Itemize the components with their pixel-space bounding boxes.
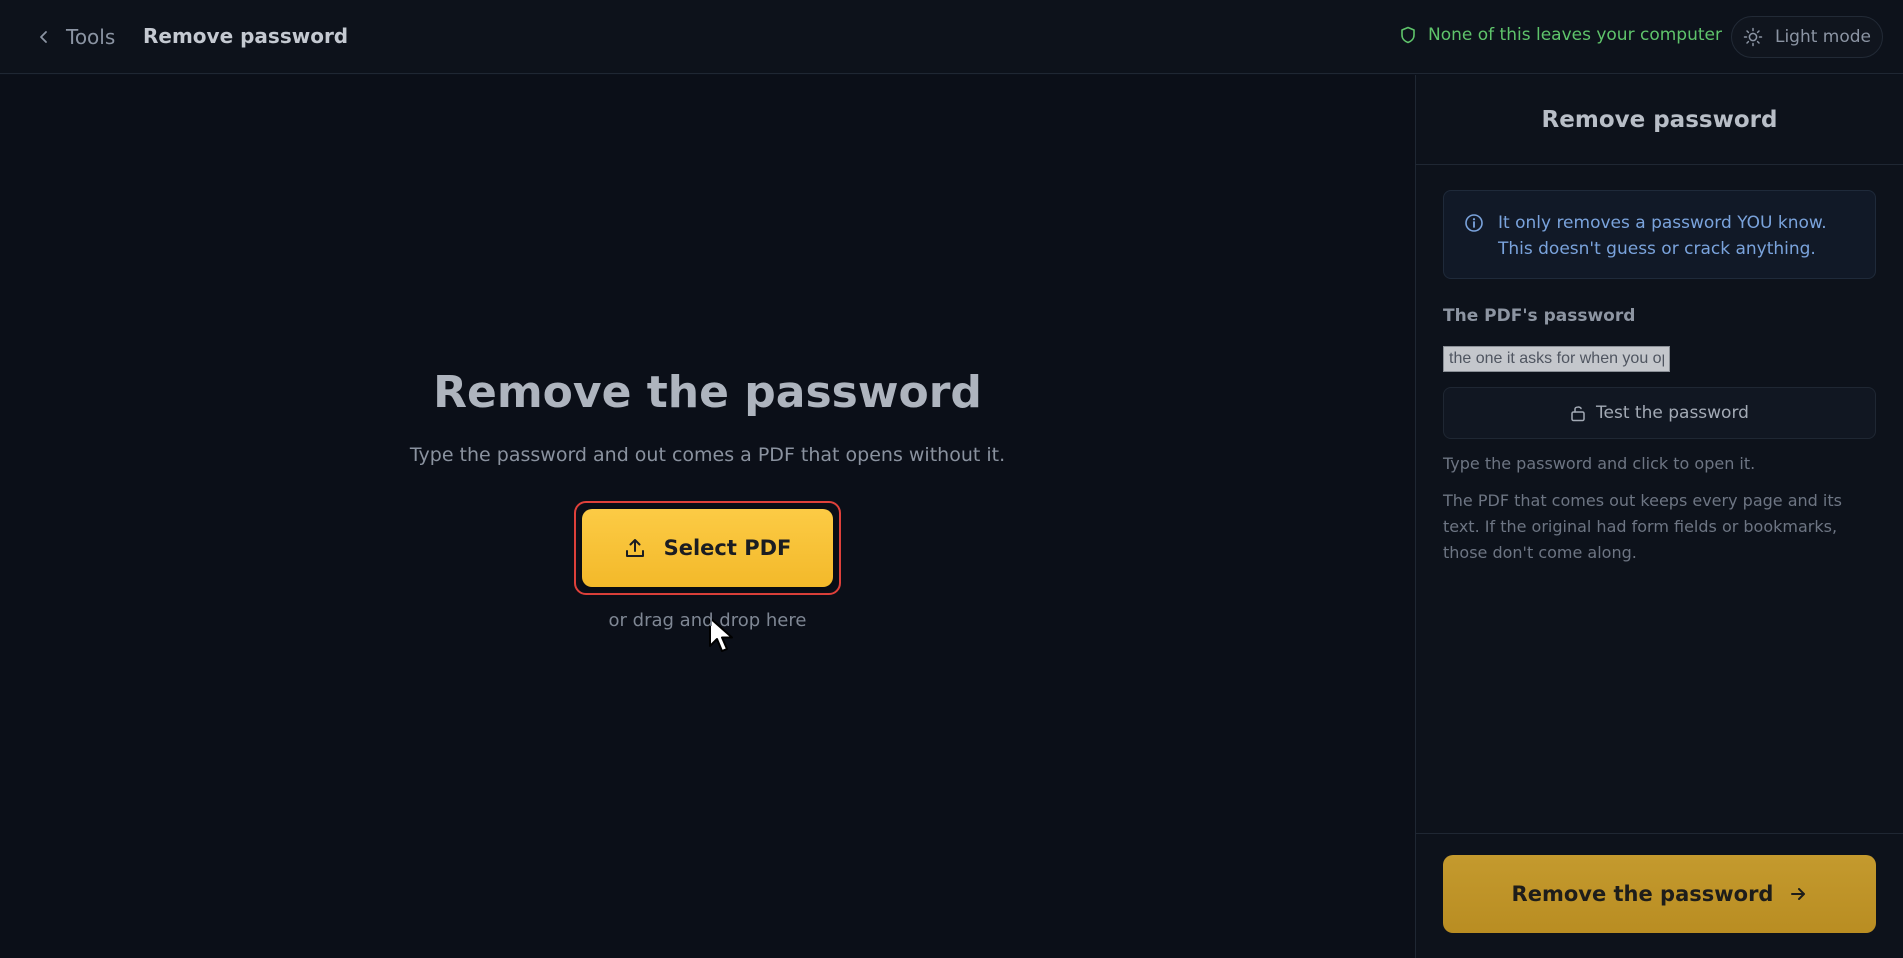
test-password-label: Test the password bbox=[1596, 403, 1749, 423]
upload-area[interactable]: Remove the password Type the password an… bbox=[0, 75, 1415, 958]
password-input[interactable] bbox=[1443, 346, 1670, 372]
chevron-left-icon bbox=[40, 31, 47, 43]
back-label: Tools bbox=[66, 25, 116, 49]
footer-divider bbox=[1416, 833, 1903, 834]
back-to-tools-link[interactable]: Tools bbox=[36, 24, 115, 50]
light-mode-toggle[interactable]: Light mode bbox=[1731, 16, 1883, 58]
unlock-icon bbox=[1571, 406, 1585, 422]
panel-title: Remove password bbox=[1416, 75, 1903, 165]
arrow-right-icon bbox=[1791, 888, 1806, 900]
shield-icon bbox=[1401, 26, 1415, 44]
password-label: The PDF's password bbox=[1443, 306, 1636, 326]
info-notice: It only removes a password YOU know. Thi… bbox=[1443, 190, 1876, 279]
privacy-notice: None of this leaves your computer bbox=[1400, 25, 1722, 45]
top-bar: Tools Remove password None of this leave… bbox=[0, 0, 1903, 74]
select-pdf-label: Select PDF bbox=[663, 536, 792, 560]
upload-title: Remove the password bbox=[433, 367, 982, 418]
remove-password-label: Remove the password bbox=[1511, 882, 1774, 906]
upload-subtitle: Type the password and out comes a PDF th… bbox=[409, 444, 1006, 466]
info-icon bbox=[1465, 214, 1483, 232]
test-hint: Type the password and click to open it. bbox=[1443, 454, 1756, 473]
light-mode-label: Light mode bbox=[1774, 27, 1872, 47]
info-text: It only removes a password YOU know. Thi… bbox=[1498, 213, 1827, 259]
settings-panel: Remove password It only removes a passwo… bbox=[1415, 75, 1903, 958]
upload-icon bbox=[625, 539, 644, 557]
select-pdf-button[interactable]: Select PDF bbox=[582, 509, 833, 587]
remove-password-button[interactable]: Remove the password bbox=[1443, 855, 1876, 933]
privacy-text: None of this leaves your computer bbox=[1428, 25, 1722, 45]
test-password-button[interactable]: Test the password bbox=[1443, 387, 1876, 439]
page-title: Remove password bbox=[143, 24, 349, 48]
output-hint: The PDF that comes out keeps every page … bbox=[1443, 491, 1842, 562]
sun-icon bbox=[1743, 27, 1763, 47]
drag-drop-hint: or drag and drop here bbox=[608, 610, 807, 631]
